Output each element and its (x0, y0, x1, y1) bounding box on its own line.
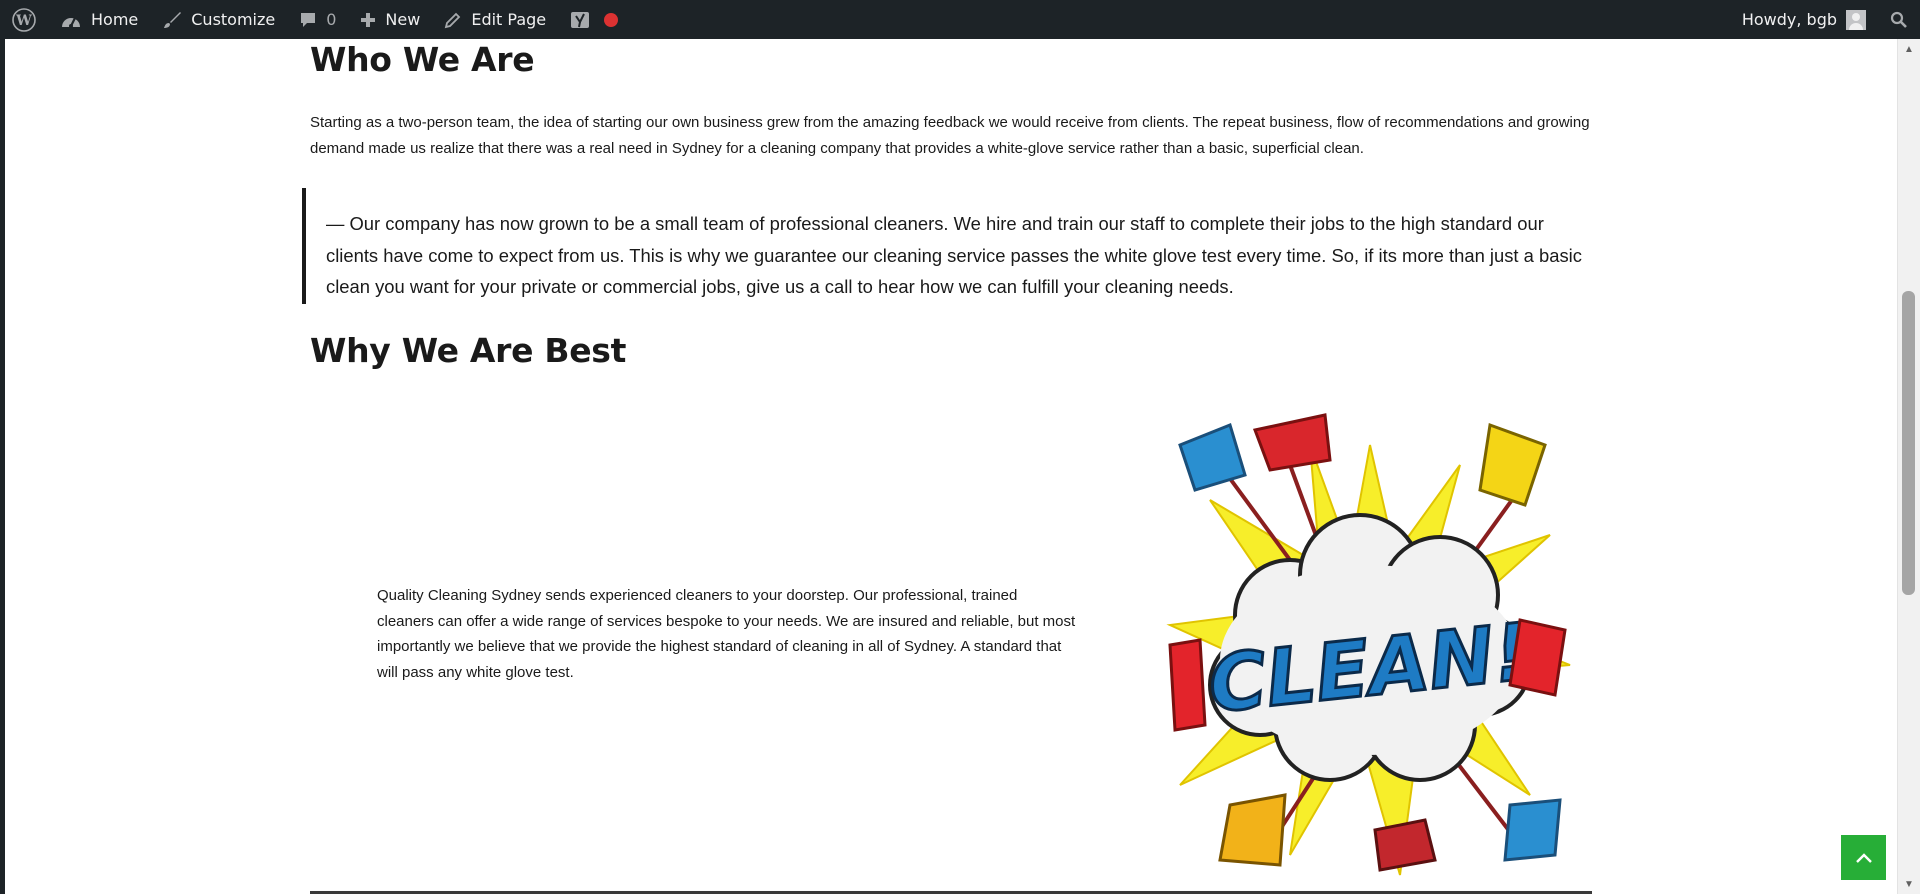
customize-link[interactable]: Customize (150, 0, 287, 39)
back-to-top-button[interactable] (1841, 835, 1886, 880)
customize-label: Customize (191, 10, 276, 29)
home-label: Home (91, 10, 139, 29)
intro-paragraph: Starting as a two-person team, the idea … (310, 114, 1590, 157)
window-edge (0, 39, 5, 894)
company-quote: — Our company has now grown to be a smal… (302, 188, 1592, 304)
new-label: New (385, 10, 421, 29)
scroll-thumb[interactable] (1902, 291, 1915, 595)
dustpan (1252, 413, 1332, 472)
seo-status-indicator (604, 12, 619, 27)
why-we-are-best-heading: Why We Are Best (310, 331, 627, 370)
who-we-are-heading: Who We Are (310, 40, 535, 79)
broom-head (1478, 422, 1547, 507)
scroll-up-arrow[interactable]: ▲ (1898, 39, 1920, 59)
comments-count: 0 (326, 10, 337, 29)
edit-page-link[interactable]: Edit Page (432, 0, 558, 39)
spray-bottle (1168, 638, 1207, 732)
avatar (1846, 9, 1866, 30)
wordpress-icon: W (12, 7, 36, 32)
page-scrollbar[interactable]: ▲ ▼ (1897, 39, 1920, 894)
home-link[interactable]: Home (48, 0, 150, 39)
dashboard-icon (62, 17, 80, 28)
comment-icon (301, 12, 316, 27)
chevron-up-icon (1855, 852, 1872, 863)
bucket (1508, 618, 1567, 697)
wp-admin-bar: W Home Customize 0 New Edit Page Howdy, … (0, 0, 1920, 39)
wordpress-logo-button[interactable]: W (0, 0, 48, 39)
new-content-link[interactable]: New (348, 0, 432, 39)
clean-illustration: CLEAN! (1166, 413, 1571, 876)
comments-link[interactable]: 0 (287, 0, 348, 39)
admin-search-button[interactable] (1878, 0, 1920, 39)
quote-text: — Our company has now grown to be a smal… (326, 213, 1582, 297)
yoast-seo-menu[interactable] (558, 0, 630, 39)
paintbrush-icon (164, 11, 182, 28)
mop-head (1178, 422, 1247, 492)
pencil-icon (445, 12, 461, 28)
mop-yellow (1218, 793, 1287, 867)
howdy-greeting: Howdy, bgb (1741, 10, 1837, 29)
plus-icon (361, 12, 376, 27)
quality-paragraph: Quality Cleaning Sydney sends experience… (377, 587, 1076, 681)
my-account-menu[interactable]: Howdy, bgb (1730, 0, 1878, 39)
svg-text:W: W (15, 13, 32, 29)
squeegee (1503, 798, 1562, 862)
scroll-down-arrow[interactable]: ▼ (1898, 874, 1920, 894)
scrub-brush (1373, 818, 1437, 872)
yoast-icon (571, 11, 590, 28)
edit-page-label: Edit Page (471, 10, 547, 29)
search-icon (1890, 11, 1907, 28)
